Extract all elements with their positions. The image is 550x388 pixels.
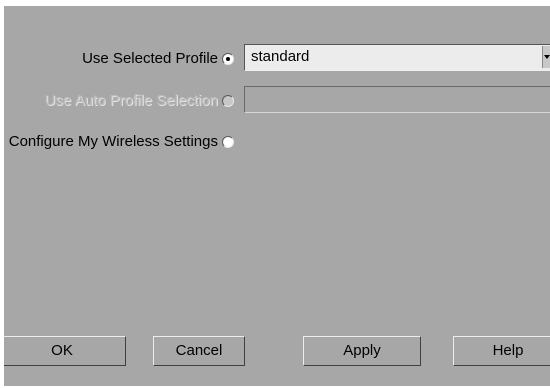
cancel-button[interactable]: Cancel xyxy=(153,336,245,366)
ok-button[interactable]: OK xyxy=(4,336,126,366)
chevron-down-icon[interactable] xyxy=(542,46,550,68)
use-auto-profile-selection-radio[interactable] xyxy=(222,95,234,107)
apply-button[interactable]: Apply xyxy=(303,336,421,366)
configure-wireless-settings-radio[interactable] xyxy=(222,136,234,148)
auto-profile-field[interactable] xyxy=(244,86,550,113)
configure-wireless-settings-label: Configure My Wireless Settings xyxy=(8,133,218,150)
profile-select[interactable]: standard xyxy=(244,44,550,71)
use-auto-profile-selection-label: Use Auto Profile Selection xyxy=(44,92,218,109)
help-button[interactable]: Help xyxy=(453,336,550,366)
use-selected-profile-label: Use Selected Profile xyxy=(82,50,218,67)
profile-settings-panel: Use Selected Profile standard Use Auto P… xyxy=(4,6,550,386)
use-selected-profile-radio[interactable] xyxy=(222,53,234,65)
profile-select-value: standard xyxy=(251,48,310,65)
